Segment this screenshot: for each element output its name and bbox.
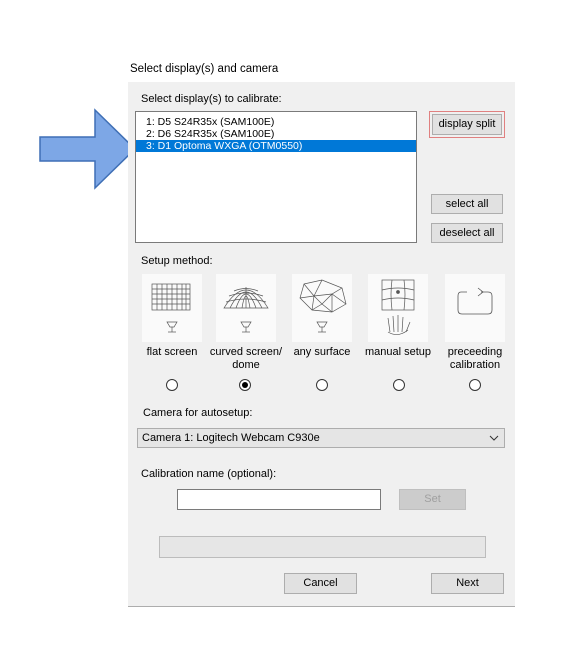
calibration-name-input[interactable] bbox=[177, 489, 381, 510]
setup-option-label: preceeding calibration bbox=[447, 346, 503, 371]
camera-select[interactable]: Camera 1: Logitech Webcam C930e bbox=[137, 428, 505, 448]
radio-curved-screen[interactable] bbox=[239, 379, 251, 391]
next-button[interactable]: Next bbox=[431, 573, 504, 594]
radio-manual-setup[interactable] bbox=[393, 379, 405, 391]
displays-label: Select display(s) to calibrate: bbox=[141, 93, 282, 105]
display-item[interactable]: 1: D5 S24R35x (SAM100E) bbox=[136, 116, 416, 128]
mesh-surface-icon[interactable] bbox=[292, 274, 352, 342]
progress-bar bbox=[159, 536, 486, 558]
dome-grid-icon[interactable] bbox=[216, 274, 276, 342]
camera-label: Camera for autosetup: bbox=[143, 407, 253, 419]
display-split-button[interactable]: display split bbox=[429, 111, 505, 138]
display-item[interactable]: 2: D6 S24R35x (SAM100E) bbox=[136, 128, 416, 140]
calibration-name-label: Calibration name (optional): bbox=[141, 468, 277, 480]
setup-option-label: manual setup bbox=[364, 346, 432, 358]
chevron-down-icon bbox=[489, 435, 499, 441]
camera-select-value: Camera 1: Logitech Webcam C930e bbox=[142, 432, 320, 444]
radio-any-surface[interactable] bbox=[316, 379, 328, 391]
window-title: Select display(s) and camera bbox=[130, 63, 279, 75]
setup-option-label: flat screen bbox=[146, 346, 198, 358]
loop-arrow-icon[interactable] bbox=[445, 274, 505, 342]
radio-preceeding-calibration[interactable] bbox=[469, 379, 481, 391]
setup-option-label: any surface bbox=[293, 346, 351, 358]
setup-method-label: Setup method: bbox=[141, 255, 213, 267]
setup-option-label: curved screen/ dome bbox=[209, 346, 283, 371]
select-all-button[interactable]: select all bbox=[431, 194, 503, 214]
radio-flat-screen[interactable] bbox=[166, 379, 178, 391]
deselect-all-button[interactable]: deselect all bbox=[431, 223, 503, 243]
display-listbox[interactable]: 1: D5 S24R35x (SAM100E) 2: D6 S24R35x (S… bbox=[135, 111, 417, 243]
set-button[interactable]: Set bbox=[399, 489, 466, 510]
display-item-selected[interactable]: 3: D1 Optoma WXGA (OTM0550) bbox=[136, 140, 416, 152]
cancel-button[interactable]: Cancel bbox=[284, 573, 357, 594]
pointer-arrow-icon bbox=[39, 108, 137, 190]
flat-screen-grid-icon[interactable] bbox=[142, 274, 202, 342]
manual-hand-icon[interactable] bbox=[368, 274, 428, 342]
